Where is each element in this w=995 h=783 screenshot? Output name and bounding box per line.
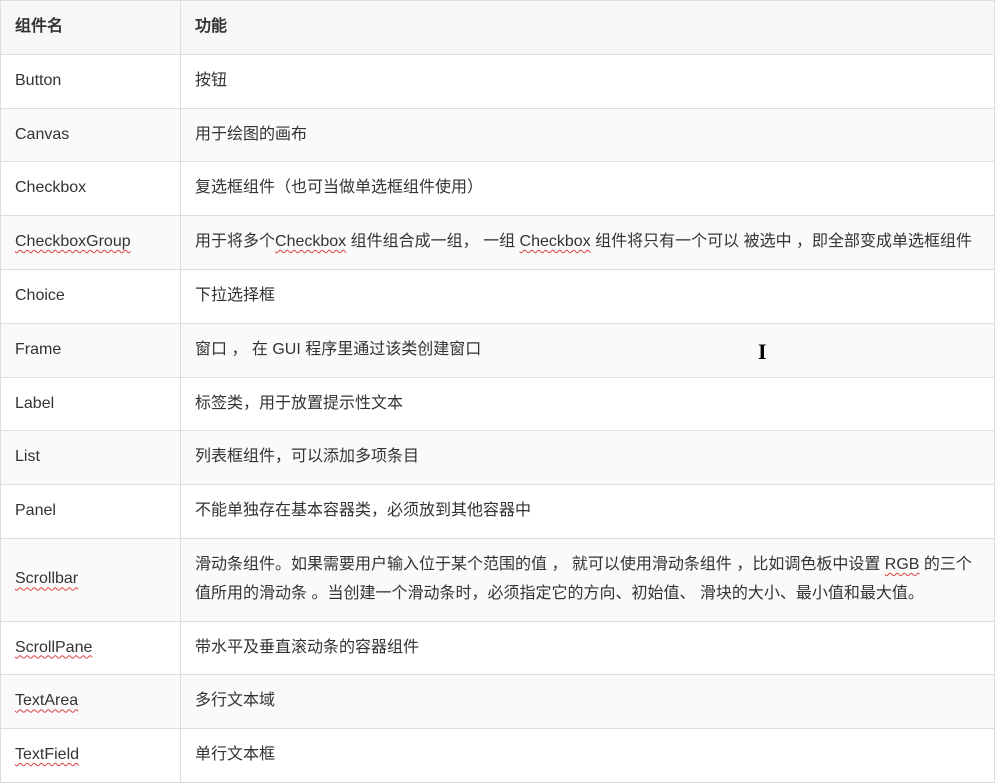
cell-function: 按钮 xyxy=(181,54,995,108)
cell-function: 用于绘图的画布 xyxy=(181,108,995,162)
table-row: ScrollPane 带水平及垂直滚动条的容器组件 xyxy=(1,621,995,675)
cell-component-name: Choice xyxy=(1,269,181,323)
cell-component-name: Canvas xyxy=(1,108,181,162)
cell-component-name: Panel xyxy=(1,485,181,539)
cell-function: 列表框组件，可以添加多项条目 xyxy=(181,431,995,485)
cell-function: 下拉选择框 xyxy=(181,269,995,323)
cell-component-name: CheckboxGroup xyxy=(1,216,181,270)
cell-component-name: Scrollbar xyxy=(1,538,181,621)
table-row: List列表框组件，可以添加多项条目 xyxy=(1,431,995,485)
table-row: Label标签类，用于放置提示性文本 xyxy=(1,377,995,431)
cell-function: 标签类，用于放置提示性文本 xyxy=(181,377,995,431)
cell-function: 滑动条组件。如果需要用户输入位于某个范围的值 ， 就可以使用滑动条组件 ，比如调… xyxy=(181,538,995,621)
cell-function: 带水平及垂直滚动条的容器组件 xyxy=(181,621,995,675)
table-row: Choice下拉选择框 xyxy=(1,269,995,323)
cell-function: 窗口 ， 在 GUI 程序里通过该类创建窗口 xyxy=(181,323,995,377)
table-row: Frame窗口 ， 在 GUI 程序里通过该类创建窗口 xyxy=(1,323,995,377)
cell-function: 不能单独存在基本容器类，必须放到其他容器中 xyxy=(181,485,995,539)
header-function: 功能 xyxy=(181,1,995,55)
spellcheck-term: TextField xyxy=(15,746,79,763)
spellcheck-term: Checkbox xyxy=(520,233,591,250)
table-row: CheckboxGroup 用于将多个Checkbox 组件组合成一组， 一组 C… xyxy=(1,216,995,270)
cell-component-name: ScrollPane xyxy=(1,621,181,675)
table-row: Checkbox复选框组件（也可当做单选框组件使用） xyxy=(1,162,995,216)
spellcheck-term: CheckboxGroup xyxy=(15,233,131,250)
cell-component-name: Frame xyxy=(1,323,181,377)
cell-component-name: List xyxy=(1,431,181,485)
component-table: 组件名 功能 Button按钮Canvas用于绘图的画布Checkbox复选框组… xyxy=(0,0,995,783)
spellcheck-term: Scrollbar xyxy=(15,570,78,587)
spellcheck-term: Checkbox xyxy=(275,233,346,250)
cell-component-name: Label xyxy=(1,377,181,431)
header-component-name: 组件名 xyxy=(1,1,181,55)
cell-component-name: TextArea xyxy=(1,675,181,729)
table-row: Panel不能单独存在基本容器类，必须放到其他容器中 xyxy=(1,485,995,539)
cell-function: 复选框组件（也可当做单选框组件使用） xyxy=(181,162,995,216)
table-row: Button按钮 xyxy=(1,54,995,108)
table-header-row: 组件名 功能 xyxy=(1,1,995,55)
table-row: Scrollbar 滑动条组件。如果需要用户输入位于某个范围的值 ， 就可以使用滑… xyxy=(1,538,995,621)
cell-function: 多行文本域 xyxy=(181,675,995,729)
cell-function: 用于将多个Checkbox 组件组合成一组， 一组 Checkbox 组件将只有… xyxy=(181,216,995,270)
spellcheck-term: RGB xyxy=(885,556,920,573)
table-row: Canvas用于绘图的画布 xyxy=(1,108,995,162)
spellcheck-term: ScrollPane xyxy=(15,639,92,656)
spellcheck-term: TextArea xyxy=(15,692,78,709)
cell-component-name: Checkbox xyxy=(1,162,181,216)
table-row: TextArea 多行文本域 xyxy=(1,675,995,729)
cell-component-name: Button xyxy=(1,54,181,108)
